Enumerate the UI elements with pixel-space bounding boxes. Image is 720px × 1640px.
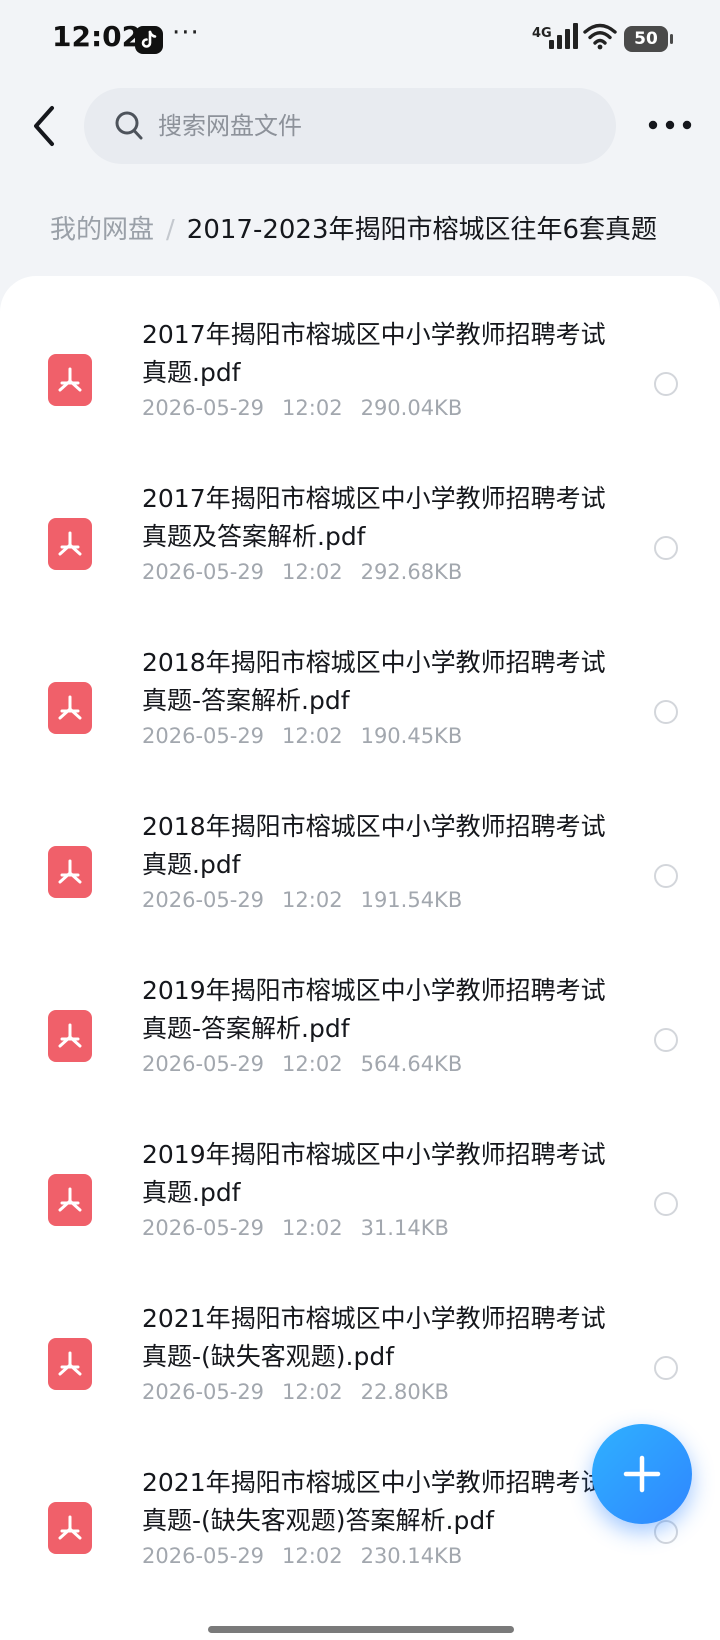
select-radio[interactable]	[654, 700, 678, 724]
select-radio[interactable]	[654, 536, 678, 560]
breadcrumb: 我的网盘 / 2017-2023年揭阳市榕城区往年6套真题	[50, 212, 657, 248]
select-radio[interactable]	[654, 864, 678, 888]
battery-icon: 50	[624, 26, 673, 52]
file-meta: 2026-05-29 12:02 31.14KB	[142, 1216, 467, 1240]
file-time: 12:02	[282, 724, 343, 748]
file-row[interactable]: 2019年揭阳市榕城区中小学教师招聘考试真题.pdf 2026-05-29 12:…	[0, 1104, 720, 1268]
pdf-file-icon	[48, 1010, 92, 1062]
breadcrumb-current-folder: 2017-2023年揭阳市榕城区往年6套真题	[186, 215, 658, 245]
file-date: 2026-05-29	[142, 396, 265, 420]
file-date: 2026-05-29	[142, 1544, 265, 1568]
file-time: 12:02	[282, 1216, 343, 1240]
pdf-file-icon	[48, 518, 92, 570]
back-button[interactable]	[28, 100, 64, 152]
file-meta: 2026-05-29 12:02 290.04KB	[142, 396, 480, 420]
file-name: 2021年揭阳市榕城区中小学教师招聘考试真题-(缺失客观题).pdf	[142, 1304, 606, 1371]
file-size: 230.14KB	[360, 1544, 463, 1568]
file-size: 290.04KB	[360, 396, 463, 420]
search-placeholder: 搜索网盘文件	[158, 112, 302, 140]
file-size: 22.80KB	[360, 1380, 449, 1404]
status-bar: 12:02 ··· 4G 50	[0, 0, 720, 78]
file-meta: 2026-05-29 12:02 22.80KB	[142, 1380, 467, 1404]
pdf-file-icon	[48, 1338, 92, 1390]
select-radio[interactable]	[654, 1192, 678, 1216]
pdf-file-icon	[48, 1502, 92, 1554]
tiktok-icon	[135, 26, 163, 54]
file-date: 2026-05-29	[142, 888, 265, 912]
select-radio[interactable]	[654, 372, 678, 396]
file-date: 2026-05-29	[142, 1216, 265, 1240]
select-radio[interactable]	[654, 1356, 678, 1380]
file-name: 2018年揭阳市榕城区中小学教师招聘考试真题.pdf	[142, 812, 606, 879]
file-row[interactable]: 2017年揭阳市榕城区中小学教师招聘考试真题及答案解析.pdf 2026-05-…	[0, 448, 720, 612]
file-size: 31.14KB	[360, 1216, 449, 1240]
search-input[interactable]: 搜索网盘文件	[84, 88, 616, 164]
file-date: 2026-05-29	[142, 1380, 265, 1404]
file-row[interactable]: 2021年揭阳市榕城区中小学教师招聘考试真题-(缺失客观题).pdf 2026-…	[0, 1268, 720, 1432]
more-horizontal-icon	[648, 120, 692, 130]
file-meta: 2026-05-29 12:02 564.64KB	[142, 1052, 480, 1076]
file-time: 12:02	[282, 888, 343, 912]
pdf-file-icon	[48, 1174, 92, 1226]
file-row[interactable]: 2018年揭阳市榕城区中小学教师招聘考试真题.pdf 2026-05-29 12:…	[0, 776, 720, 940]
file-time: 12:02	[282, 396, 343, 420]
file-size: 190.45KB	[360, 724, 463, 748]
file-time: 12:02	[282, 1544, 343, 1568]
home-indicator	[208, 1626, 514, 1633]
file-name: 2018年揭阳市榕城区中小学教师招聘考试真题-答案解析.pdf	[142, 648, 606, 715]
pdf-file-icon	[48, 846, 92, 898]
file-date: 2026-05-29	[142, 1052, 265, 1076]
file-name: 2017年揭阳市榕城区中小学教师招聘考试真题.pdf	[142, 320, 606, 387]
file-meta: 2026-05-29 12:02 190.45KB	[142, 724, 480, 748]
file-meta: 2026-05-29 12:02 292.68KB	[142, 560, 480, 584]
file-meta: 2026-05-29 12:02 191.54KB	[142, 888, 480, 912]
file-time: 12:02	[282, 1380, 343, 1404]
file-row[interactable]: 2018年揭阳市榕城区中小学教师招聘考试真题-答案解析.pdf 2026-05-…	[0, 612, 720, 776]
file-name: 2017年揭阳市榕城区中小学教师招聘考试真题及答案解析.pdf	[142, 484, 606, 551]
file-row[interactable]: 2017年揭阳市榕城区中小学教师招聘考试真题.pdf 2026-05-29 12:…	[0, 284, 720, 448]
file-size: 564.64KB	[360, 1052, 463, 1076]
file-date: 2026-05-29	[142, 724, 265, 748]
pdf-file-icon	[48, 682, 92, 734]
file-name: 2019年揭阳市榕城区中小学教师招聘考试真题-答案解析.pdf	[142, 976, 606, 1043]
add-button[interactable]	[592, 1424, 692, 1524]
file-date: 2026-05-29	[142, 560, 265, 584]
file-name: 2019年揭阳市榕城区中小学教师招聘考试真题.pdf	[142, 1140, 606, 1207]
file-time: 12:02	[282, 560, 343, 584]
status-time: 12:02	[52, 20, 142, 53]
select-radio[interactable]	[654, 1520, 678, 1544]
breadcrumb-root[interactable]: 我的网盘	[50, 215, 154, 245]
wifi-icon	[583, 22, 617, 54]
plus-icon	[623, 1455, 661, 1493]
search-icon	[114, 110, 144, 146]
file-meta: 2026-05-29 12:02 230.14KB	[142, 1544, 480, 1568]
file-size: 191.54KB	[360, 888, 463, 912]
file-size: 292.68KB	[360, 560, 463, 584]
file-time: 12:02	[282, 1052, 343, 1076]
file-row[interactable]: 2019年揭阳市榕城区中小学教师招聘考试真题-答案解析.pdf 2026-05-…	[0, 940, 720, 1104]
select-radio[interactable]	[654, 1028, 678, 1052]
chevron-left-icon	[34, 106, 54, 146]
more-options-button[interactable]	[646, 110, 696, 140]
pdf-file-icon	[48, 354, 92, 406]
breadcrumb-separator: /	[166, 215, 175, 245]
signal-icon	[548, 22, 578, 54]
file-name: 2021年揭阳市榕城区中小学教师招聘考试真题-(缺失客观题)答案解析.pdf	[142, 1468, 606, 1535]
status-more-dots: ···	[172, 18, 200, 48]
